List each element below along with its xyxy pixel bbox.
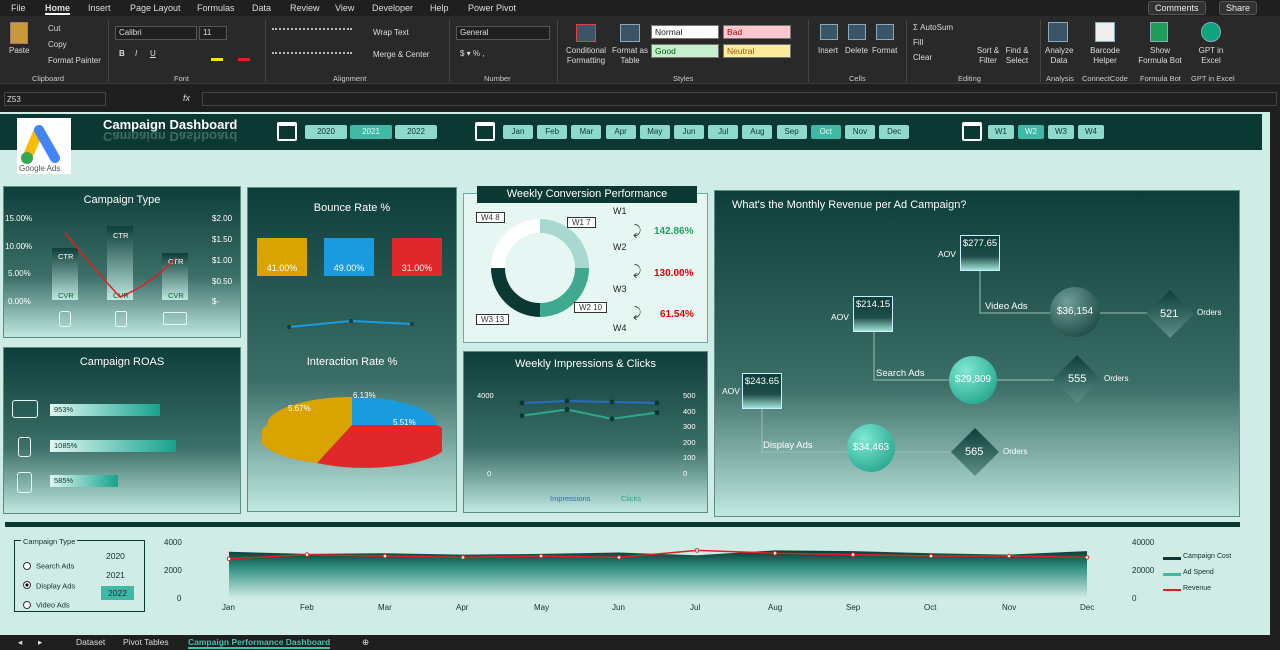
add-sheet-icon[interactable]: ⊕ [362, 637, 369, 648]
trend-month-label: Dec [1080, 603, 1095, 612]
revenue-point [772, 550, 778, 556]
revenue-point [850, 552, 856, 557]
trend-month-label: Jul [690, 603, 701, 612]
revenue-point [616, 555, 622, 560]
trend-month-label: Oct [924, 603, 937, 612]
campaign-cost-area [229, 550, 1087, 598]
revenue-point [694, 548, 700, 553]
sheet-tab-dashboard[interactable]: Campaign Performance Dashboard [188, 637, 331, 649]
legend-ad-spend: Ad Spend [1183, 569, 1214, 576]
revenue-point [382, 553, 388, 559]
revenue-point [928, 553, 934, 559]
legend-swatch-revenue [1163, 589, 1181, 591]
trend-month-label: Apr [456, 603, 469, 612]
legend-campaign-cost: Campaign Cost [1183, 553, 1232, 560]
revenue-point [460, 555, 466, 560]
trend-month-label: Jun [612, 603, 625, 612]
revenue-point [1084, 555, 1090, 560]
revenue-point [226, 556, 232, 562]
scroll-tabs-left[interactable]: ◂ [18, 637, 22, 648]
sheet-tab-dataset[interactable]: Dataset [76, 637, 105, 647]
trend-month-label: Mar [378, 603, 392, 612]
trend-month-label: Jan [222, 603, 235, 612]
legend-swatch-cost [1163, 557, 1181, 560]
revenue-point [538, 553, 544, 559]
legend-revenue: Revenue [1183, 585, 1212, 592]
revenue-point [304, 552, 310, 557]
trend-month-label: Aug [768, 603, 783, 612]
revenue-point [1006, 553, 1012, 559]
trend-month-label: Sep [846, 603, 861, 612]
trend-chart [226, 548, 1090, 598]
sheet-tab-pivot-tables[interactable]: Pivot Tables [123, 637, 169, 647]
trend-month-label: May [534, 603, 550, 612]
trend-month-label: Nov [1002, 603, 1017, 612]
trend-month-label: Feb [300, 603, 314, 612]
scroll-tabs-right[interactable]: ▸ [38, 637, 42, 648]
legend-swatch-adspend [1163, 573, 1181, 576]
sheet-tabs-bar: ◂ ▸ Dataset Pivot Tables Campaign Perfor… [0, 635, 1280, 650]
